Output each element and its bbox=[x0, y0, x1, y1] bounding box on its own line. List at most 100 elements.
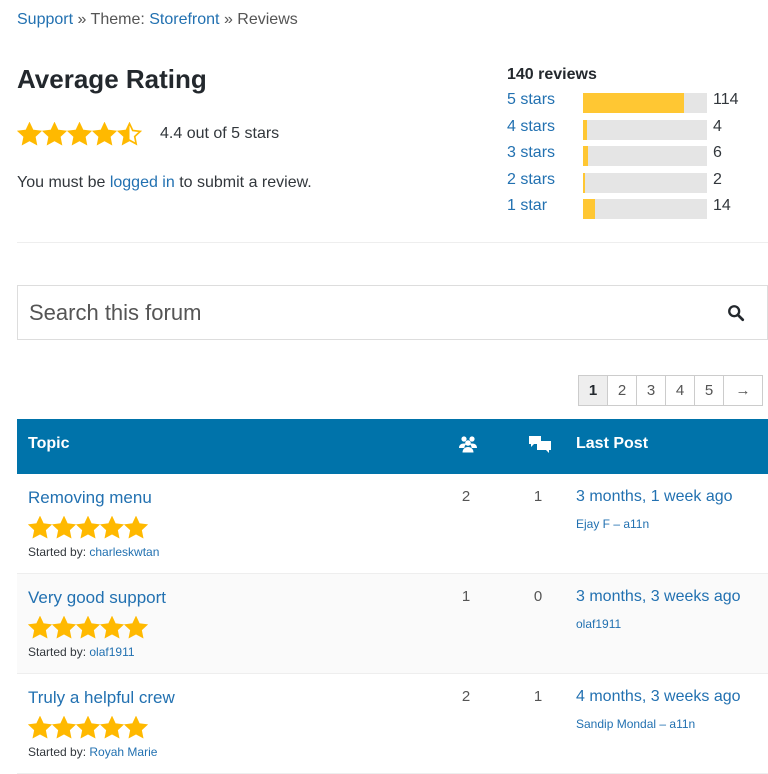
star-full-icon bbox=[67, 122, 92, 146]
breakdown-count: 14 bbox=[713, 197, 731, 214]
breakdown-bar bbox=[583, 93, 707, 113]
started-by-label: Started by: bbox=[28, 745, 87, 759]
topic-starter-link[interactable]: olaf1911 bbox=[89, 645, 134, 659]
pagination-next[interactable]: → bbox=[724, 376, 762, 405]
login-link[interactable]: logged in bbox=[110, 174, 175, 191]
table-row: Truly a helpful crew Started by: Royah Ma… bbox=[17, 674, 768, 774]
search-input[interactable] bbox=[18, 286, 709, 339]
average-rating-section: Average Rating 4.4 out of 5 stars You mu… bbox=[17, 64, 487, 191]
star-full-icon bbox=[124, 516, 148, 539]
started-by-label: Started by: bbox=[28, 645, 87, 659]
breadcrumb-separator: » bbox=[73, 11, 91, 28]
breadcrumb: Support » Theme: Storefront » Reviews bbox=[17, 11, 298, 29]
breakdown-row: 1 star 14 bbox=[507, 194, 768, 221]
breakdown-bar bbox=[583, 146, 707, 166]
last-post-link[interactable]: 3 months, 3 weeks ago bbox=[576, 588, 741, 606]
last-post-author-link[interactable]: Ejay F – a11n bbox=[576, 517, 649, 531]
breakdown-bar-fill bbox=[583, 172, 585, 193]
breakdown-bar bbox=[583, 172, 707, 193]
breakdown-label-link[interactable]: 2 stars bbox=[507, 171, 555, 189]
star-full-icon bbox=[28, 616, 52, 639]
breakdown-row: 2 stars 2 bbox=[507, 168, 768, 195]
breakdown-bar-fill bbox=[583, 119, 587, 140]
star-full-icon bbox=[76, 716, 100, 739]
topic-voice-count: 2 bbox=[461, 688, 471, 705]
pagination-page[interactable]: 5 bbox=[695, 376, 724, 405]
breakdown-row: 5 stars 114 bbox=[507, 88, 768, 115]
section-divider bbox=[17, 242, 768, 243]
average-rating-title: Average Rating bbox=[17, 64, 207, 94]
breakdown-label-link[interactable]: 4 stars bbox=[507, 118, 555, 136]
breakdown-count: 4 bbox=[713, 117, 722, 135]
login-prefix: You must be bbox=[17, 174, 110, 191]
last-post-link[interactable]: 3 months, 1 week ago bbox=[576, 488, 733, 506]
breakdown-rows: 5 stars 114 4 stars 4 3 stars 6 2 stars 2 1 star… bbox=[507, 88, 768, 221]
breakdown-count: 114 bbox=[713, 91, 739, 108]
breakdown-bar bbox=[583, 199, 707, 219]
pagination-page[interactable]: 3 bbox=[637, 376, 666, 405]
star-full-icon bbox=[52, 616, 76, 639]
topic-started-by: Started by: Royah Marie bbox=[28, 745, 157, 759]
star-full-icon bbox=[52, 716, 76, 739]
forum-search bbox=[17, 285, 768, 340]
topic-title-link[interactable]: Truly a helpful crew bbox=[28, 688, 175, 708]
topic-voice-count: 2 bbox=[461, 488, 471, 505]
login-notice: You must be logged in to submit a review… bbox=[17, 174, 312, 192]
topic-post-count: 1 bbox=[533, 488, 543, 505]
topic-title-link[interactable]: Removing menu bbox=[28, 488, 152, 508]
search-icon[interactable] bbox=[727, 304, 745, 322]
topic-started-by: Started by: olaf1911 bbox=[28, 645, 135, 659]
breakdown-row: 3 stars 6 bbox=[507, 141, 768, 168]
breakdown-label-link[interactable]: 5 stars bbox=[507, 91, 555, 109]
last-post-author-link[interactable]: Sandip Mondal – a11n bbox=[576, 717, 695, 731]
topic-title-link[interactable]: Very good support bbox=[28, 588, 166, 608]
breakdown-bar-fill bbox=[583, 146, 589, 166]
breakdown-label-link[interactable]: 1 star bbox=[507, 197, 547, 215]
pagination-page[interactable]: 4 bbox=[666, 376, 695, 405]
star-full-icon bbox=[17, 122, 42, 146]
star-full-icon bbox=[28, 516, 52, 539]
average-stars: 4.4 out of 5 stars bbox=[17, 122, 279, 146]
star-full-icon bbox=[76, 616, 100, 639]
star-full-icon bbox=[100, 616, 124, 639]
breadcrumb-support-link[interactable]: Support bbox=[17, 11, 73, 28]
column-last-post: Last Post bbox=[576, 435, 649, 452]
topic-star-rating bbox=[28, 716, 148, 739]
pagination: 1 2 3 4 5 → bbox=[578, 375, 763, 406]
login-suffix: to submit a review. bbox=[174, 174, 312, 191]
topic-voice-count: 1 bbox=[461, 588, 471, 605]
breadcrumb-separator: » bbox=[219, 11, 238, 28]
breakdown-label-link[interactable]: 3 stars bbox=[507, 144, 555, 162]
star-full-icon bbox=[124, 716, 148, 739]
star-full-icon bbox=[42, 122, 67, 146]
topics-table: Topic Last Post Removing menu Started by:… bbox=[17, 419, 768, 774]
last-post-link[interactable]: 4 months, 3 weeks ago bbox=[576, 688, 741, 706]
column-topic: Topic bbox=[28, 435, 70, 452]
star-full-icon bbox=[100, 516, 124, 539]
topic-star-rating bbox=[28, 516, 148, 539]
topic-starter-link[interactable]: charleskwtan bbox=[89, 545, 159, 559]
breadcrumb-theme-link[interactable]: Storefront bbox=[149, 11, 219, 28]
breakdown-count: 6 bbox=[713, 144, 722, 161]
table-body: Removing menu Started by: charleskwtan 2 1 3… bbox=[17, 474, 768, 774]
star-full-icon bbox=[76, 516, 100, 539]
voices-icon bbox=[459, 436, 477, 453]
topic-starter-link[interactable]: Royah Marie bbox=[89, 745, 157, 759]
topic-post-count: 1 bbox=[533, 688, 543, 705]
breakdown-bar bbox=[583, 119, 707, 140]
breadcrumb-theme-prefix: Theme: bbox=[90, 11, 150, 28]
star-full-icon bbox=[28, 716, 52, 739]
pagination-page: 1 bbox=[579, 376, 608, 405]
pagination-page[interactable]: 2 bbox=[608, 376, 637, 405]
breadcrumb-current: Reviews bbox=[237, 11, 298, 28]
rating-breakdown: 140 reviews 5 stars 114 4 stars 4 3 stars 6 2 … bbox=[507, 66, 768, 221]
last-post-author-link[interactable]: olaf1911 bbox=[576, 617, 621, 631]
breakdown-bar-fill bbox=[583, 93, 684, 113]
breakdown-count: 2 bbox=[713, 170, 722, 188]
review-total: 140 reviews bbox=[507, 66, 597, 83]
star-full-icon bbox=[124, 616, 148, 639]
started-by-label: Started by: bbox=[28, 545, 87, 559]
star-half-icon bbox=[117, 122, 142, 146]
breakdown-row: 4 stars 4 bbox=[507, 115, 768, 142]
topic-post-count: 0 bbox=[533, 588, 543, 605]
